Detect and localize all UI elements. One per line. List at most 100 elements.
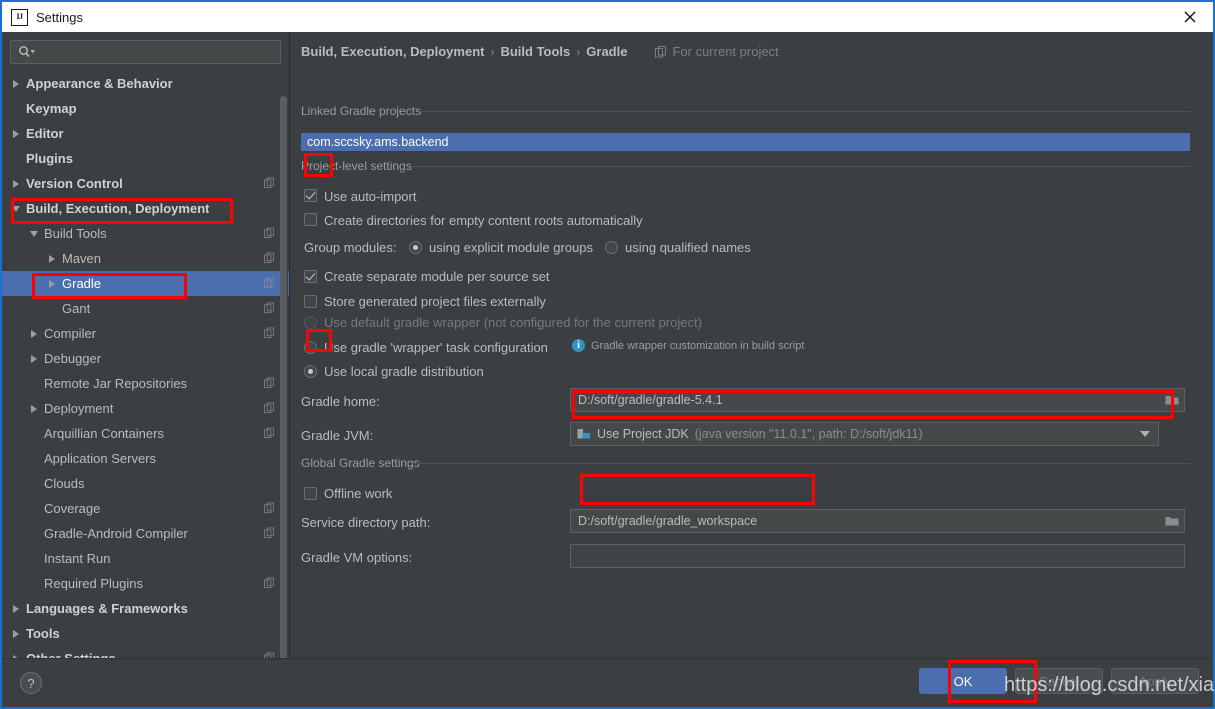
copy-settings-icon[interactable] xyxy=(264,576,275,591)
wrapper-task-radio[interactable] xyxy=(304,341,317,354)
sidebar-scrollbar-thumb[interactable] xyxy=(280,96,287,658)
search-icon xyxy=(19,46,35,58)
sidebar-item-appearance-behavior[interactable]: Appearance & Behavior xyxy=(2,71,289,96)
gradle-home-input[interactable]: D:/soft/gradle/gradle-5.4.1 xyxy=(570,388,1173,412)
window-title: Settings xyxy=(36,9,83,25)
wrapper-task-label[interactable]: Use gradle 'wrapper' task configuration xyxy=(324,340,548,355)
copy-settings-icon[interactable] xyxy=(264,501,275,516)
create-directories-label[interactable]: Create directories for empty content roo… xyxy=(324,213,643,228)
create-separate-module-checkbox[interactable] xyxy=(304,270,317,283)
group-modules-qualified-label[interactable]: using qualified names xyxy=(625,240,751,255)
sidebar-item-debugger[interactable]: Debugger xyxy=(2,346,289,371)
sidebar-item-plugins[interactable]: Plugins xyxy=(2,146,289,171)
folder-icon xyxy=(1165,517,1178,526)
copy-settings-icon[interactable] xyxy=(264,251,275,266)
group-modules-explicit-label[interactable]: using explicit module groups xyxy=(429,240,593,255)
copy-settings-icon[interactable] xyxy=(264,301,275,316)
search-input[interactable] xyxy=(10,40,281,64)
sidebar-item-coverage[interactable]: Coverage xyxy=(2,496,289,521)
gradle-jvm-detail: (java version "11.0.1", path: D:/soft/jd… xyxy=(694,427,923,441)
group-modules-explicit-radio[interactable] xyxy=(409,241,422,254)
sidebar-item-instant-run[interactable]: Instant Run xyxy=(2,546,289,571)
ok-button[interactable]: OK xyxy=(919,668,1007,694)
sidebar-item-gradle[interactable]: Gradle xyxy=(2,271,289,296)
copy-settings-icon[interactable] xyxy=(264,426,275,441)
sidebar-item-gradle-android-compiler[interactable]: Gradle-Android Compiler xyxy=(2,521,289,546)
store-generated-label[interactable]: Store generated project files externally xyxy=(324,294,546,309)
sidebar-scrollbar-track[interactable] xyxy=(280,62,288,658)
sidebar-item-label: Gant xyxy=(62,301,91,316)
chevron-right-icon[interactable] xyxy=(46,252,59,265)
chevron-right-icon[interactable] xyxy=(28,352,41,365)
sidebar-item-label: Required Plugins xyxy=(44,576,144,591)
copy-settings-icon[interactable] xyxy=(264,526,275,541)
sidebar-item-tools[interactable]: Tools xyxy=(2,621,289,646)
breadcrumb-segment-1[interactable]: Build Tools xyxy=(500,44,570,59)
gradle-jvm-combobox[interactable]: Use Project JDK (java version "11.0.1", … xyxy=(570,422,1159,446)
sidebar-item-arquillian-containers[interactable]: Arquillian Containers xyxy=(2,421,289,446)
breadcrumb-separator: › xyxy=(490,44,495,59)
use-auto-import-checkbox[interactable] xyxy=(304,189,317,202)
close-icon[interactable] xyxy=(1167,2,1213,32)
sidebar-item-languages-frameworks[interactable]: Languages & Frameworks xyxy=(2,596,289,621)
sidebar-item-other-settings[interactable]: Other Settings xyxy=(2,646,289,658)
chevron-right-icon[interactable] xyxy=(10,177,23,190)
sidebar-item-build-execution-deployment[interactable]: Build, Execution, Deployment xyxy=(2,196,289,221)
chevron-right-icon[interactable] xyxy=(28,402,41,415)
copy-settings-icon[interactable] xyxy=(264,276,275,291)
local-distribution-radio[interactable] xyxy=(304,365,317,378)
copy-settings-icon[interactable] xyxy=(264,326,275,341)
sidebar-item-compiler[interactable]: Compiler xyxy=(2,321,289,346)
chevron-right-icon[interactable] xyxy=(10,127,23,140)
group-modules-qualified-radio[interactable] xyxy=(605,241,618,254)
store-generated-checkbox[interactable] xyxy=(304,295,317,308)
copy-settings-icon[interactable] xyxy=(264,401,275,416)
chevron-down-icon[interactable] xyxy=(1140,431,1150,437)
sidebar-item-gant[interactable]: Gant xyxy=(2,296,289,321)
chevron-right-icon[interactable] xyxy=(46,277,59,290)
create-directories-checkbox[interactable] xyxy=(304,213,317,226)
offline-work-checkbox[interactable] xyxy=(304,487,317,500)
gradle-jvm-label: Gradle JVM: xyxy=(301,428,374,443)
chevron-right-icon[interactable] xyxy=(10,77,23,90)
copy-settings-icon[interactable] xyxy=(264,226,275,241)
chevron-right-icon[interactable] xyxy=(10,602,23,615)
sidebar-item-keymap[interactable]: Keymap xyxy=(2,96,289,121)
local-distribution-label[interactable]: Use local gradle distribution xyxy=(324,364,484,379)
sidebar-item-application-servers[interactable]: Application Servers xyxy=(2,446,289,471)
sidebar-item-maven[interactable]: Maven xyxy=(2,246,289,271)
service-directory-browse-button[interactable] xyxy=(1159,509,1185,533)
sidebar-item-version-control[interactable]: Version Control xyxy=(2,171,289,196)
sidebar-item-clouds[interactable]: Clouds xyxy=(2,471,289,496)
gradle-home-browse-button[interactable] xyxy=(1159,388,1185,412)
service-directory-input[interactable]: D:/soft/gradle/gradle_workspace xyxy=(570,509,1173,533)
copy-settings-icon[interactable] xyxy=(264,376,275,391)
service-directory-label: Service directory path: xyxy=(301,515,431,530)
copy-settings-icon[interactable] xyxy=(264,176,275,191)
sidebar-item-label: Arquillian Containers xyxy=(44,426,164,441)
gradle-vm-options-input[interactable] xyxy=(570,544,1185,568)
offline-work-label[interactable]: Offline work xyxy=(324,486,392,501)
sidebar-item-deployment[interactable]: Deployment xyxy=(2,396,289,421)
chevron-right-icon[interactable] xyxy=(28,327,41,340)
wrapper-note-text: Gradle wrapper customization in build sc… xyxy=(591,339,805,352)
sidebar-item-remote-jar-repositories[interactable]: Remote Jar Repositories xyxy=(2,371,289,396)
settings-tree[interactable]: Appearance & Behavior Keymap Editor Plugins… xyxy=(2,68,289,658)
sidebar-item-editor[interactable]: Editor xyxy=(2,121,289,146)
breadcrumb-segment-0[interactable]: Build, Execution, Deployment xyxy=(301,44,484,59)
help-button[interactable]: ? xyxy=(20,672,42,694)
breadcrumb-segment-2[interactable]: Gradle xyxy=(586,44,627,59)
default-wrapper-radio[interactable] xyxy=(304,316,317,329)
sidebar-item-required-plugins[interactable]: Required Plugins xyxy=(2,571,289,596)
sidebar-item-label: Debugger xyxy=(44,351,102,366)
chevron-right-icon[interactable] xyxy=(10,627,23,640)
linked-project-item[interactable]: com.sccsky.ams.backend xyxy=(301,133,1190,151)
chevron-down-icon[interactable] xyxy=(10,202,23,215)
copy-settings-icon[interactable] xyxy=(264,651,275,658)
default-wrapper-label[interactable]: Use default gradle wrapper (not configur… xyxy=(324,315,702,330)
sidebar-item-build-tools[interactable]: Build Tools xyxy=(2,221,289,246)
create-separate-module-label[interactable]: Create separate module per source set xyxy=(324,269,549,284)
wrapper-customization-note: i Gradle wrapper customization in build … xyxy=(572,339,804,352)
chevron-down-icon[interactable] xyxy=(28,227,41,240)
use-auto-import-label[interactable]: Use auto-import xyxy=(324,189,416,204)
